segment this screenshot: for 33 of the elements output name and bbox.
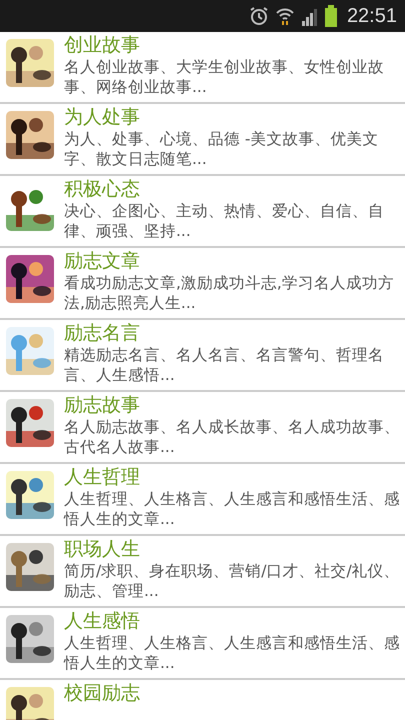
list-item[interactable]: 职场人生 简历/求职、身在职场、营销/口才、社交/礼仪、励志、管理...	[0, 536, 405, 608]
item-description: 简历/求职、身在职场、营销/口才、社交/礼仪、励志、管理...	[64, 561, 401, 601]
item-title: 积极心态	[64, 177, 141, 201]
list-item[interactable]: 励志文章 看成功励志文章,激励成功斗志,学习名人成功方法,励志照亮人生...	[0, 248, 405, 320]
item-title: 励志故事	[64, 393, 141, 417]
item-description: 决心、企图心、主动、热情、爱心、自信、自律、顽强、坚持...	[64, 201, 385, 241]
item-title: 人生感悟	[64, 609, 141, 633]
list-item[interactable]: 励志名言 精选励志名言、名人名言、名言警句、哲理名言、人生感悟...	[0, 320, 405, 392]
item-description: 看成功励志文章,激励成功斗志,学习名人成功方法,励志照亮人生...	[64, 273, 395, 313]
signal-icon	[300, 6, 319, 26]
wifi-icon	[274, 6, 295, 26]
item-description: 名人创业故事、大学生创业故事、女性创业故事、网络创业故事...	[64, 57, 385, 97]
list-item[interactable]: 创业故事 名人创业故事、大学生创业故事、女性创业故事、网络创业故事...	[0, 32, 405, 104]
item-title: 职场人生	[64, 537, 141, 561]
item-title: 校园励志	[64, 681, 140, 705]
item-description: 名人励志故事、名人成长故事、名人成功故事、古代名人故事...	[64, 417, 401, 457]
item-description: 人生哲理、人生格言、人生感言和感悟生活、感悟人生的文章...	[64, 633, 401, 673]
item-title: 人生哲理	[64, 465, 141, 489]
item-description: 为人、处事、心境、品德 -美文故事、优美文字、散文日志随笔...	[64, 129, 380, 169]
item-title: 励志文章	[64, 249, 141, 273]
list-item[interactable]: 为人处事 为人、处事、心境、品德 -美文故事、优美文字、散文日志随笔...	[0, 104, 405, 176]
battery-icon	[324, 5, 337, 27]
item-description: 人生哲理、人生格言、人生感言和感悟生活、感悟人生的文章...	[64, 489, 401, 529]
list-item[interactable]: 积极心态 决心、企图心、主动、热情、爱心、自信、自律、顽强、坚持...	[0, 176, 405, 248]
alarm-icon	[248, 6, 269, 26]
item-title: 创业故事	[64, 33, 141, 57]
clock-time: 22:51	[346, 4, 397, 28]
list-item[interactable]: 励志故事 名人励志故事、名人成长故事、名人成功故事、古代名人故事...	[0, 392, 405, 464]
item-description: 精选励志名言、名人名言、名言警句、哲理名言、人生感悟...	[64, 345, 385, 385]
list-item[interactable]: 人生哲理 人生哲理、人生格言、人生感言和感悟生活、感悟人生的文章...	[0, 464, 405, 536]
item-title: 为人处事	[64, 105, 141, 129]
item-title: 励志名言	[64, 321, 141, 345]
list-item[interactable]: 人生感悟 人生哲理、人生格言、人生感言和感悟生活、感悟人生的文章...	[0, 608, 405, 680]
